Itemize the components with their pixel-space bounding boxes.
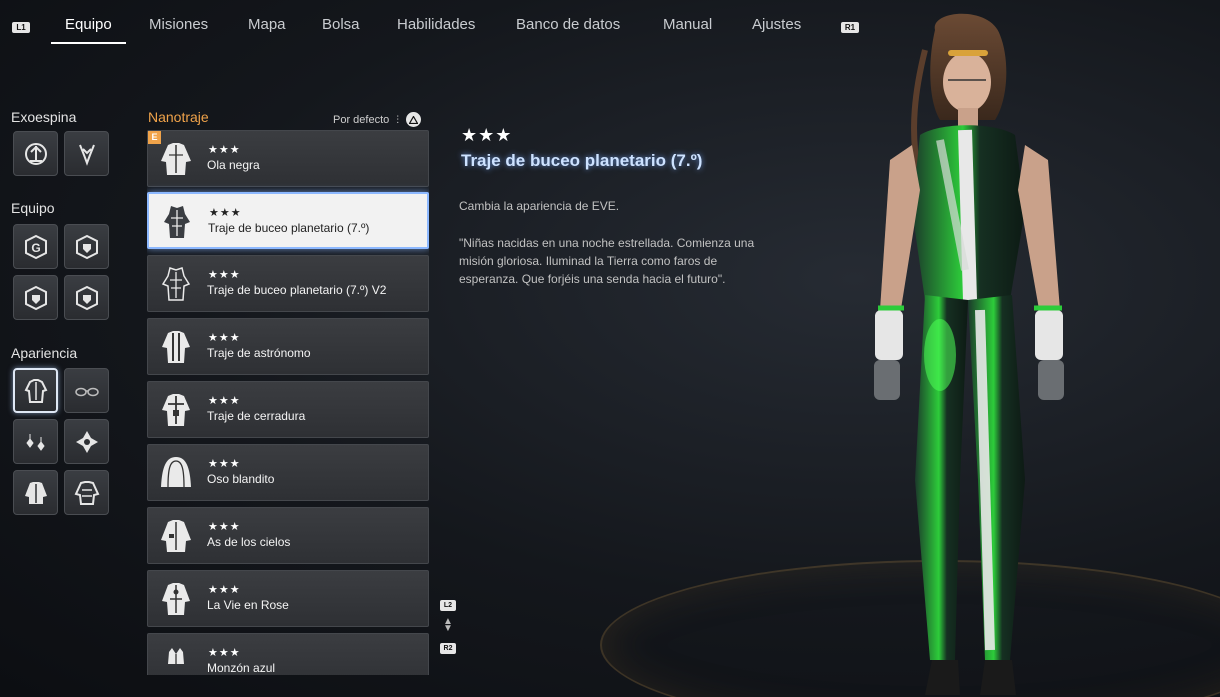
gear-shield-slot-3[interactable] xyxy=(64,275,109,320)
outfit-icon xyxy=(161,267,191,301)
list-item-monzon-azul[interactable]: ★★★ Monzón azul xyxy=(147,633,429,675)
item-stars: ★★★ xyxy=(208,144,241,156)
sort-control[interactable]: Por defecto ⋮ xyxy=(333,112,422,127)
tab-misiones[interactable]: Misiones xyxy=(149,16,208,33)
item-name: La Vie en Rose xyxy=(207,598,289,612)
exospine-slot-2[interactable] xyxy=(64,131,109,176)
apariencia-title: Apariencia xyxy=(11,345,78,361)
outfit-icon xyxy=(161,457,191,488)
item-stars: ★★★ xyxy=(208,395,241,407)
list-item-traje-astronomo[interactable]: ★★★ Traje de astrónomo xyxy=(147,318,429,375)
outfit-icon xyxy=(161,143,191,175)
tab-manual[interactable]: Manual xyxy=(663,16,712,33)
tab-banco-de-datos[interactable]: Banco de datos xyxy=(516,16,620,33)
earrings-slot[interactable] xyxy=(13,419,58,464)
jacket-slot[interactable] xyxy=(13,470,58,515)
svg-text:G: G xyxy=(31,241,40,255)
item-name: Traje de buceo planetario (7.º) xyxy=(208,221,370,235)
r2-button-hint[interactable]: R2 xyxy=(440,643,456,654)
item-name: Oso blandito xyxy=(207,472,275,486)
hairstyle-slot[interactable] xyxy=(64,419,109,464)
item-stars: ★★★ xyxy=(208,269,241,281)
glasses-icon xyxy=(74,387,99,396)
item-name: Monzón azul xyxy=(207,661,276,675)
outfit-list[interactable]: E ★★★ Ola negra ★★★ Traje de buceo plane… xyxy=(147,130,429,675)
drone-outfit-icon xyxy=(74,480,99,505)
exoespina-title: Exoespina xyxy=(11,109,77,125)
list-item-traje-buceo-planetario[interactable]: ★★★ Traje de buceo planetario (7.º) xyxy=(147,192,429,249)
tab-habilidades[interactable]: Habilidades xyxy=(397,16,475,33)
exospine-slot-1[interactable] xyxy=(13,131,58,176)
list-item-traje-buceo-planetario-v2[interactable]: ★★★ Traje de buceo planetario (7.º) V2 xyxy=(147,255,429,312)
list-item-traje-cerradura[interactable]: ★★★ Traje de cerradura xyxy=(147,381,429,438)
item-stars: ★★★ xyxy=(208,647,241,659)
l1-button-hint[interactable]: L1 xyxy=(12,22,30,33)
detail-description: "Niñas nacidas en una noche estrellada. … xyxy=(459,236,755,286)
gear-shield-slot-1[interactable] xyxy=(64,224,109,269)
item-name: Traje de buceo planetario (7.º) V2 xyxy=(207,283,387,297)
outfit-icon xyxy=(162,331,190,363)
tab-equipo[interactable]: Equipo xyxy=(51,16,126,44)
suit-slot[interactable] xyxy=(13,368,58,413)
item-name: As de los cielos xyxy=(207,535,291,549)
exospine-claw-icon xyxy=(78,144,95,166)
outfit-icon xyxy=(161,520,191,552)
item-stars: ★★★ xyxy=(208,521,241,533)
shield-icon xyxy=(24,285,47,310)
shield-icon xyxy=(75,285,98,310)
outfit-icon xyxy=(162,583,190,615)
list-item-ola-negra[interactable]: E ★★★ Ola negra xyxy=(147,130,429,187)
equipo-title: Equipo xyxy=(11,200,55,216)
hairstyle-icon xyxy=(75,430,98,453)
list-title: Nanotraje xyxy=(148,109,209,125)
suit-icon xyxy=(24,378,47,403)
item-stars: ★★★ xyxy=(209,207,242,219)
item-name: Traje de astrónomo xyxy=(207,346,311,360)
gear-g-icon: G xyxy=(24,234,47,259)
item-name: Traje de cerradura xyxy=(207,409,306,423)
detail-title: Traje de buceo planetario (7.º) xyxy=(461,151,703,170)
detail-stars: ★★★ xyxy=(461,125,513,145)
glasses-slot[interactable] xyxy=(64,368,109,413)
equipped-badge: E xyxy=(148,131,161,144)
outfit-icon xyxy=(168,648,184,664)
sort-arrows-icon: ⋮ xyxy=(393,114,403,124)
list-item-as-de-los-cielos[interactable]: ★★★ As de los cielos xyxy=(147,507,429,564)
list-item-oso-blandito[interactable]: ★★★ Oso blandito xyxy=(147,444,429,501)
list-item-la-vie-en-rose[interactable]: ★★★ La Vie en Rose xyxy=(147,570,429,627)
tab-mapa[interactable]: Mapa xyxy=(248,16,286,33)
item-stars: ★★★ xyxy=(208,458,241,470)
scroll-arrows-icon: ▲ ▼ xyxy=(443,616,453,634)
sort-label: Por defecto xyxy=(333,113,390,126)
drone-outfit-slot[interactable] xyxy=(64,470,109,515)
outfit-icon xyxy=(164,206,190,238)
l2-button-hint[interactable]: L2 xyxy=(440,600,456,611)
outfit-icon xyxy=(162,394,190,426)
jacket-icon xyxy=(24,481,47,504)
exospine-icon xyxy=(24,142,47,165)
triangle-icon[interactable] xyxy=(406,112,422,127)
character-preview[interactable] xyxy=(820,10,1120,697)
gear-shield-slot-2[interactable] xyxy=(13,275,58,320)
item-stars: ★★★ xyxy=(208,584,241,596)
tab-ajustes[interactable]: Ajustes xyxy=(752,16,801,33)
gear-g-slot[interactable]: G xyxy=(13,224,58,269)
item-name: Ola negra xyxy=(207,158,260,172)
detail-effect: Cambia la apariencia de EVE. xyxy=(459,199,620,213)
earrings-icon xyxy=(25,433,45,451)
shield-icon xyxy=(75,234,98,259)
tab-bolsa[interactable]: Bolsa xyxy=(322,16,360,33)
item-stars: ★★★ xyxy=(208,332,241,344)
